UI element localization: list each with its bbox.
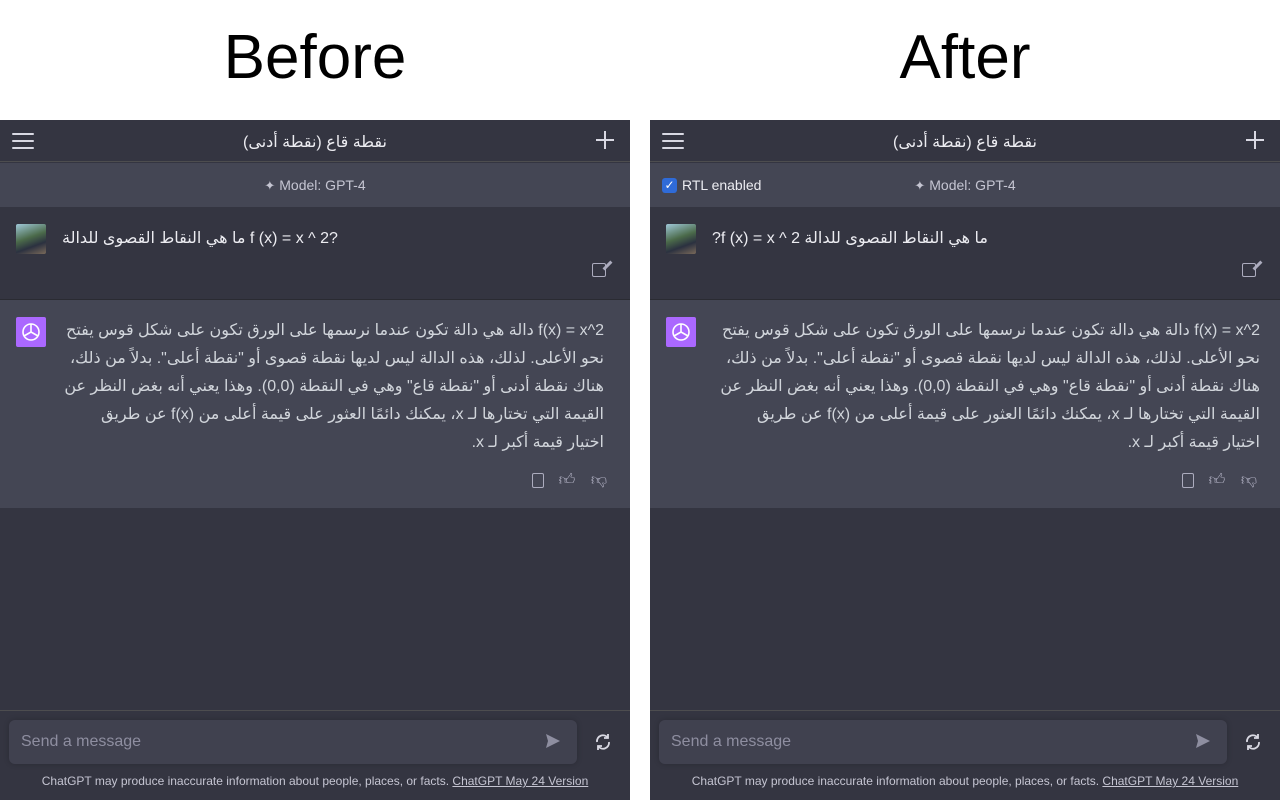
- conversation-title: نقطة قاع (نقطة أدنى): [243, 134, 387, 151]
- feedback-icons: 👍︎ 👎︎: [1182, 472, 1258, 490]
- disclaimer-text: ChatGPT may produce inaccurate informati…: [41, 774, 450, 788]
- model-label: ✦ Model: GPT-4: [650, 177, 1280, 194]
- conversation-title: نقطة قاع (نقطة أدنى): [893, 134, 1037, 151]
- thumbs-up-icon[interactable]: 👍︎: [1208, 472, 1226, 490]
- model-label: ✦ Model: GPT-4: [0, 177, 630, 194]
- version-link[interactable]: ChatGPT May 24 Version: [1102, 774, 1238, 788]
- send-icon[interactable]: [545, 733, 561, 749]
- refresh-icon[interactable]: [594, 733, 612, 751]
- chat-panel-after: نقطة قاع (نقطة أدنى) ✓ RTL enabled ✦ Model…: [650, 120, 1280, 800]
- thumbs-down-icon[interactable]: 👎︎: [590, 472, 608, 490]
- plus-icon[interactable]: [1246, 131, 1264, 149]
- user-message: ما هي النقاط القصوى للدالة f (x) = x ^ 2…: [650, 207, 1280, 300]
- clipboard-icon[interactable]: [1182, 473, 1194, 488]
- message-input[interactable]: Send a message: [9, 720, 577, 764]
- assistant-message-text: f(x) = x^2 دالة هي دالة تكون عندما نرسمه…: [720, 317, 1260, 457]
- input-placeholder: Send a message: [671, 733, 792, 750]
- composer: Send a message ChatGPT may produce inacc…: [0, 710, 630, 800]
- disclaimer: ChatGPT may produce inaccurate informati…: [650, 774, 1280, 788]
- openai-logo-icon: [666, 317, 696, 347]
- plus-icon[interactable]: [596, 131, 614, 149]
- user-message-text: ما هي النقاط القصوى للدالة f (x) = x ^ 2…: [62, 230, 338, 247]
- sparkle-icon: ✦: [264, 178, 276, 193]
- assistant-message-body: هي دالة تكون عندما نرسمها على الورق تكون…: [720, 322, 1260, 451]
- avatar: [16, 224, 46, 254]
- user-message-text: ما هي النقاط القصوى للدالة f (x) = x ^ 2…: [712, 230, 988, 247]
- before-heading: Before: [223, 23, 407, 92]
- top-bar: نقطة قاع (نقطة أدنى): [0, 120, 630, 162]
- avatar: [666, 224, 696, 254]
- edit-icon[interactable]: [592, 263, 606, 277]
- sparkle-icon: ✦: [914, 178, 926, 193]
- chat-panel-before: نقطة قاع (نقطة أدنى) ✦ Model: GPT-4 ما هي…: [0, 120, 630, 800]
- assistant-message: f(x) = x^2 دالة هي دالة تكون عندما نرسمه…: [0, 300, 630, 508]
- clipboard-icon[interactable]: [532, 473, 544, 488]
- assistant-message-text: f(x) = x^2 دالة هي دالة تكون عندما نرسمه…: [62, 317, 604, 457]
- assistant-message: f(x) = x^2 دالة هي دالة تكون عندما نرسمه…: [650, 300, 1280, 508]
- message-input[interactable]: Send a message: [659, 720, 1227, 764]
- edit-icon[interactable]: [1242, 263, 1256, 277]
- model-name: Model: GPT-4: [279, 177, 366, 193]
- disclaimer: ChatGPT may produce inaccurate informati…: [0, 774, 630, 788]
- model-bar: ✓ RTL enabled ✦ Model: GPT-4: [650, 163, 1280, 207]
- user-message: ما هي النقاط القصوى للدالة f (x) = x ^ 2…: [0, 207, 630, 300]
- assistant-message-body: هي دالة تكون عندما نرسمها على الورق تكون…: [64, 322, 604, 451]
- model-name: Model: GPT-4: [929, 177, 1016, 193]
- composer: Send a message ChatGPT may produce inacc…: [650, 710, 1280, 800]
- assistant-message-prefix: f(x) = x^2 دالة: [1164, 322, 1260, 339]
- openai-logo-icon: [16, 317, 46, 347]
- thumbs-up-icon[interactable]: 👍︎: [558, 472, 576, 490]
- after-heading: After: [899, 23, 1031, 92]
- version-link[interactable]: ChatGPT May 24 Version: [452, 774, 588, 788]
- thumbs-down-icon[interactable]: 👎︎: [1240, 472, 1258, 490]
- model-bar: ✦ Model: GPT-4: [0, 163, 630, 207]
- send-icon[interactable]: [1195, 733, 1211, 749]
- input-placeholder: Send a message: [21, 733, 142, 750]
- refresh-icon[interactable]: [1244, 733, 1262, 751]
- disclaimer-text: ChatGPT may produce inaccurate informati…: [691, 774, 1100, 788]
- top-bar: نقطة قاع (نقطة أدنى): [650, 120, 1280, 162]
- feedback-icons: 👍︎ 👎︎: [532, 472, 608, 490]
- assistant-message-prefix: f(x) = x^2 دالة: [508, 322, 604, 339]
